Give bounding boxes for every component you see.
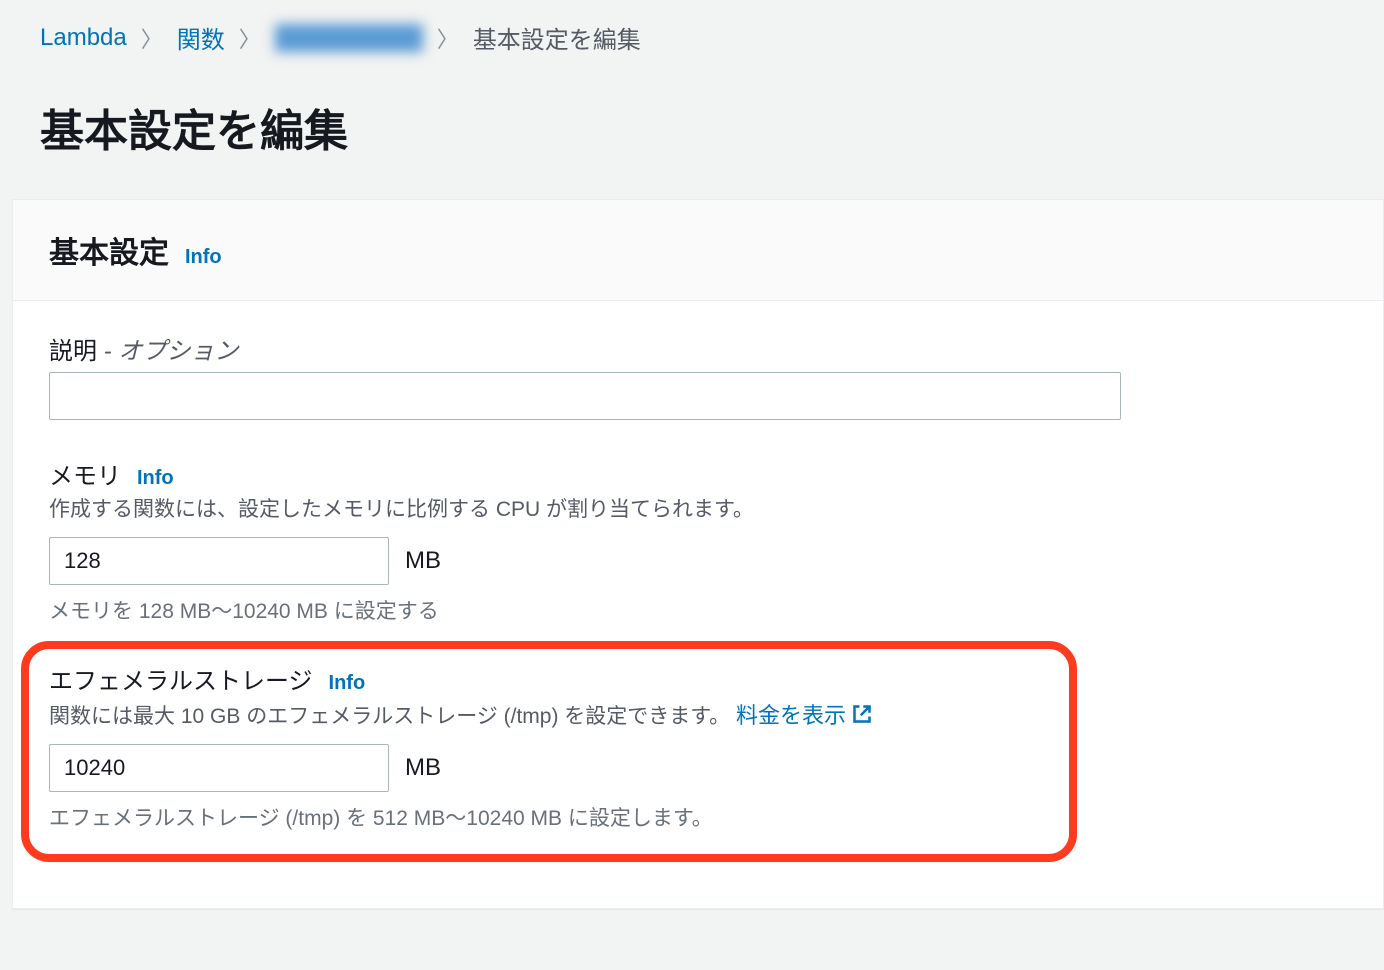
ephemeral-input[interactable] (49, 744, 389, 792)
ephemeral-section: エフェメラルストレージ Info 関数には最大 10 GB のエフェメラルストレ… (49, 661, 1347, 832)
pricing-link[interactable]: 料金を表示 (736, 698, 872, 730)
chevron-right-icon: 〉 (239, 22, 261, 54)
ephemeral-range: エフェメラルストレージ (/tmp) を 512 MB〜10240 MB に設定… (49, 802, 1347, 832)
chevron-right-icon: 〉 (437, 22, 459, 54)
ephemeral-label: エフェメラルストレージ (49, 661, 313, 696)
panel-body: 説明 - オプション メモリ Info 作成する関数には、設定したメモリに比例す… (13, 301, 1383, 908)
panel-header: 基本設定 Info (13, 200, 1383, 301)
chevron-right-icon: 〉 (141, 22, 163, 54)
description-label-text: 説明 (49, 338, 97, 365)
memory-section: メモリ Info 作成する関数には、設定したメモリに比例する CPU が割り当て… (49, 456, 1347, 625)
breadcrumb-function-name[interactable]: ████████ (275, 24, 423, 52)
basic-settings-panel: 基本設定 Info 説明 - オプション メモリ Info 作成する関数には、設… (12, 199, 1384, 909)
external-link-icon (852, 704, 872, 724)
breadcrumb-lambda[interactable]: Lambda (40, 24, 127, 52)
info-link-panel[interactable]: Info (185, 246, 222, 269)
memory-hint: 作成する関数には、設定したメモリに比例する CPU が割り当てられます。 (49, 493, 1347, 523)
description-label: 説明 - オプション (49, 331, 1347, 366)
breadcrumb: Lambda 〉 関数 〉 ████████ 〉 基本設定を編集 (0, 0, 1384, 65)
panel-title: 基本設定 (49, 228, 169, 272)
memory-range: メモリを 128 MB〜10240 MB に設定する (49, 595, 1347, 625)
pricing-link-text: 料金を表示 (736, 698, 846, 730)
ephemeral-hint-text: 関数には最大 10 GB のエフェメラルストレージ (/tmp) を設定できます… (49, 705, 730, 728)
memory-label: メモリ (49, 456, 121, 491)
breadcrumb-functions[interactable]: 関数 (177, 20, 225, 55)
description-section: 説明 - オプション (49, 331, 1347, 420)
info-link-ephemeral[interactable]: Info (329, 672, 366, 695)
description-input[interactable] (49, 372, 1121, 420)
ephemeral-hint: 関数には最大 10 GB のエフェメラルストレージ (/tmp) を設定できます… (49, 698, 1347, 730)
ephemeral-unit: MB (405, 754, 441, 782)
description-optional: - オプション (97, 338, 238, 365)
memory-unit: MB (405, 547, 441, 575)
breadcrumb-current: 基本設定を編集 (473, 20, 641, 55)
memory-input[interactable] (49, 537, 389, 585)
info-link-memory[interactable]: Info (137, 467, 174, 490)
page-title: 基本設定を編集 (0, 65, 1384, 199)
